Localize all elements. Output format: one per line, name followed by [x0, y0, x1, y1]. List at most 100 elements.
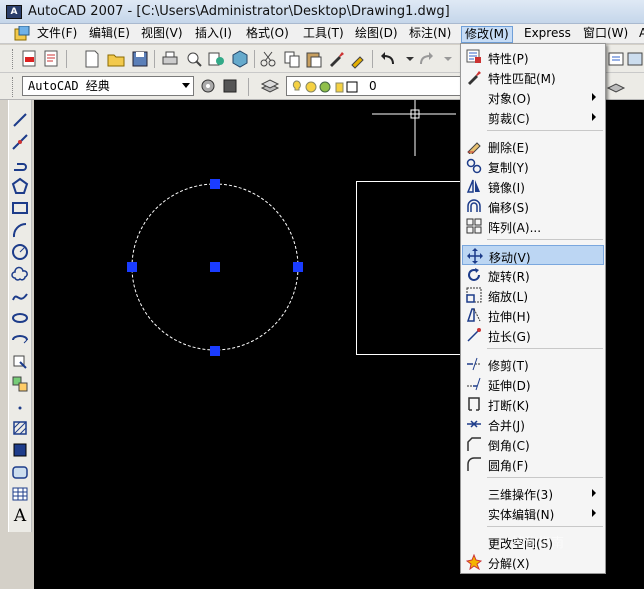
menu-tools[interactable]: 工具(T): [300, 26, 347, 43]
menu-item-solid-editing[interactable]: 实体编辑(N): [462, 503, 604, 523]
menu-help[interactable]: A: [636, 26, 644, 43]
menu-dimension[interactable]: 标注(N): [406, 26, 454, 43]
revision-cloud-icon[interactable]: [10, 264, 30, 284]
spline-icon[interactable]: [10, 286, 30, 306]
table-icon[interactable]: [10, 484, 30, 504]
toolbar-grip[interactable]: [12, 77, 15, 97]
move-icon: [467, 248, 483, 264]
3d-dwf-icon[interactable]: [230, 49, 250, 69]
plot-icon[interactable]: [42, 49, 62, 69]
menu-item-join[interactable]: 合并(J): [462, 414, 604, 434]
menu-item-offset[interactable]: 偏移(S): [462, 196, 604, 216]
menu-item-fillet[interactable]: 圆角(F): [462, 454, 604, 474]
menu-item-copy[interactable]: 复制(Y): [462, 156, 604, 176]
properties-toolbar-icon[interactable]: [606, 49, 626, 69]
plot-preview-icon[interactable]: [184, 49, 204, 69]
title-bar: A AutoCAD 2007 - [C:\Users\Administrator…: [0, 0, 644, 24]
menu-item-properties[interactable]: 特性(P): [462, 47, 604, 67]
menu-item-break[interactable]: 打断(K): [462, 394, 604, 414]
publish-icon[interactable]: [206, 49, 226, 69]
menu-item-rotate[interactable]: 旋转(R): [462, 265, 604, 285]
menu-item-lengthen[interactable]: 拉长(G): [462, 325, 604, 345]
array-icon: [466, 218, 482, 234]
draw-toolbar: A: [8, 100, 32, 532]
ellipse-arc-icon[interactable]: [10, 330, 30, 350]
workspace-settings-icon[interactable]: [198, 76, 218, 96]
layer-manager-icon[interactable]: [260, 76, 280, 96]
hatch-icon[interactable]: [10, 418, 30, 438]
lengthen-icon: [467, 328, 481, 342]
circle-icon[interactable]: [10, 242, 30, 262]
menu-item-array[interactable]: 阵列(A)...: [462, 216, 604, 236]
watermark: 搜狗指南: [512, 536, 565, 551]
menu-draw[interactable]: 绘图(D): [352, 26, 401, 43]
grip-top[interactable]: [210, 179, 220, 189]
block-editor-icon[interactable]: [348, 49, 368, 69]
menu-modify[interactable]: 修改(M): [461, 26, 513, 43]
explode-icon: [466, 554, 482, 570]
menu-item-move[interactable]: 移动(V): [462, 245, 604, 265]
arc-icon[interactable]: [10, 220, 30, 240]
design-center-icon[interactable]: [626, 49, 644, 69]
toolbar-grip[interactable]: [12, 49, 15, 69]
menu-item-stretch[interactable]: 拉伸(H): [462, 305, 604, 325]
rectangle-entity[interactable]: [356, 181, 467, 355]
workspace-save-icon[interactable]: [220, 76, 240, 96]
save-icon[interactable]: [130, 49, 150, 69]
ellipse-icon[interactable]: [10, 308, 30, 328]
copy-clipboard-icon[interactable]: [282, 49, 302, 69]
menu-express[interactable]: Express: [521, 26, 574, 43]
menu-item-extend[interactable]: 延伸(D): [462, 374, 604, 394]
autocad-app-icon[interactable]: A: [6, 5, 22, 19]
menu-format[interactable]: 格式(O): [243, 26, 292, 43]
insert-block-icon[interactable]: [10, 352, 30, 372]
menu-item-chamfer[interactable]: 倒角(C): [462, 434, 604, 454]
cut-icon[interactable]: [258, 49, 278, 69]
menu-item-erase[interactable]: 删除(E): [462, 136, 604, 156]
grip-left[interactable]: [127, 262, 137, 272]
point-icon[interactable]: [10, 396, 30, 416]
menu-item-clip[interactable]: 剪裁(C): [462, 107, 604, 127]
grip-center[interactable]: [210, 262, 220, 272]
paste-icon[interactable]: [304, 49, 324, 69]
polyline-icon[interactable]: [10, 154, 30, 174]
pdf-publish-icon[interactable]: [20, 49, 40, 69]
document-icon[interactable]: [14, 26, 30, 41]
menu-item-scale[interactable]: 缩放(L): [462, 285, 604, 305]
menu-item-object[interactable]: 对象(O): [462, 87, 604, 107]
rectangle-icon[interactable]: [10, 198, 30, 218]
workspace-select[interactable]: AutoCAD 经典: [22, 76, 194, 96]
redo-icon[interactable]: [416, 49, 436, 69]
grip-right[interactable]: [293, 262, 303, 272]
menu-item-match-properties[interactable]: 特性匹配(M): [462, 67, 604, 87]
submenu-arrow-icon: [592, 509, 596, 517]
menu-item-3d-operations[interactable]: 三维操作(3): [462, 483, 604, 503]
submenu-arrow-icon: [592, 93, 596, 101]
menu-view[interactable]: 视图(V): [138, 26, 186, 43]
open-icon[interactable]: [106, 49, 126, 69]
menu-edit[interactable]: 编辑(E): [86, 26, 133, 43]
new-icon[interactable]: [82, 49, 102, 69]
region-icon[interactable]: [10, 462, 30, 482]
polygon-icon[interactable]: [10, 176, 30, 196]
make-block-icon[interactable]: [10, 374, 30, 394]
menu-insert[interactable]: 插入(I): [192, 26, 235, 43]
gradient-icon[interactable]: [10, 440, 30, 460]
layer-select[interactable]: 0: [286, 76, 462, 96]
menu-file[interactable]: 文件(F): [34, 26, 80, 43]
menu-window[interactable]: 窗口(W): [580, 26, 631, 43]
grip-bottom[interactable]: [210, 346, 220, 356]
menu-item-explode[interactable]: 分解(X): [462, 552, 604, 572]
multiline-text-icon[interactable]: A: [10, 506, 30, 526]
menu-item-mirror[interactable]: 镜像(I): [462, 176, 604, 196]
match-brush-icon[interactable]: [326, 49, 346, 69]
extend-icon: [467, 377, 481, 391]
layer-previous-icon[interactable]: [606, 76, 626, 96]
construction-line-icon[interactable]: [10, 132, 30, 152]
break-icon: [468, 397, 480, 411]
print-icon[interactable]: [160, 49, 180, 69]
line-icon[interactable]: [10, 110, 30, 130]
redo-dropdown-icon[interactable]: [438, 49, 458, 69]
menu-item-trim[interactable]: 修剪(T): [462, 354, 604, 374]
undo-icon[interactable]: [378, 49, 398, 69]
